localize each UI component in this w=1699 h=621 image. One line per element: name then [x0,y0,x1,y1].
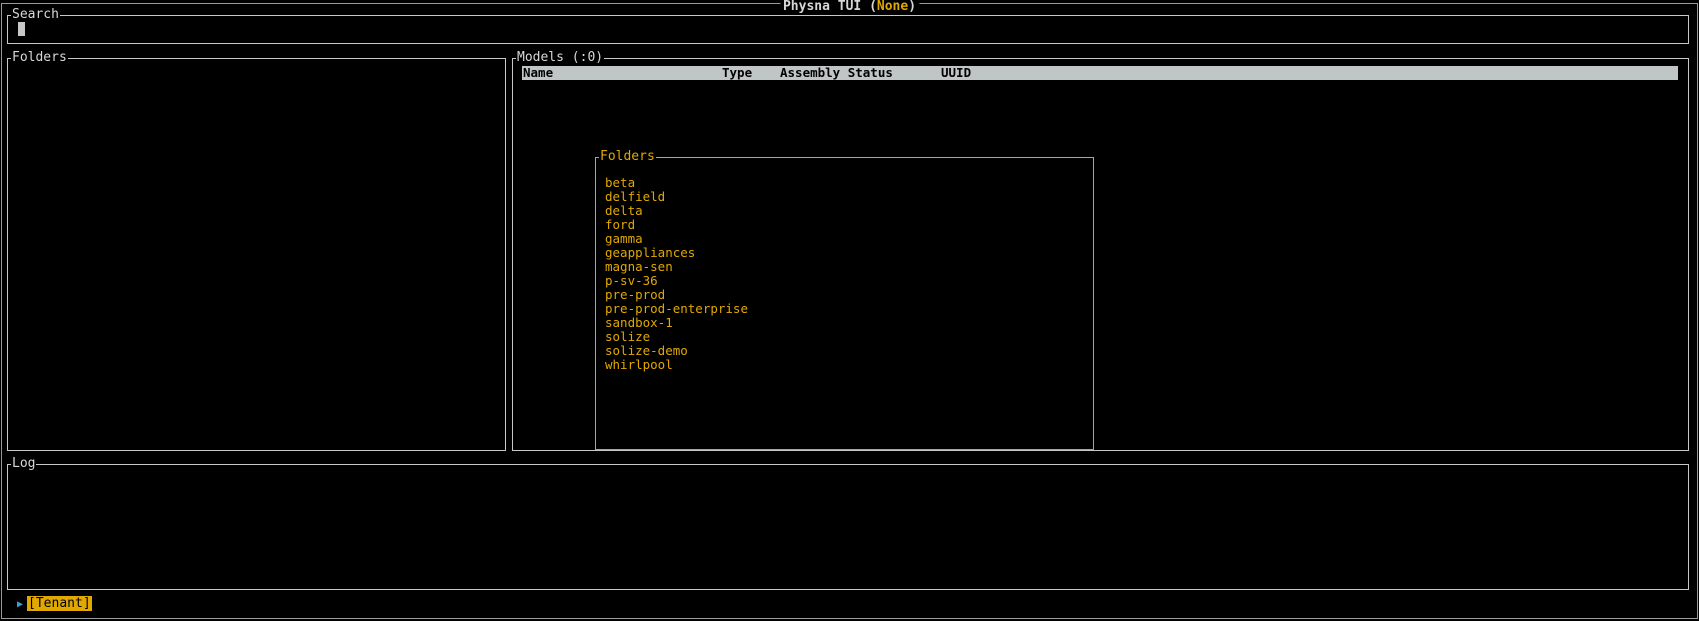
folder-item[interactable]: geappliances [605,246,748,260]
folders-popup[interactable]: Folders beta delfield delta ford gamma g… [595,149,1094,450]
column-header-uuid[interactable]: UUID [941,66,971,80]
folder-item[interactable]: whirlpool [605,358,748,372]
column-header-name[interactable]: Name [523,66,553,80]
expand-arrow-icon[interactable]: ▶ [17,599,23,610]
folder-item[interactable]: sandbox-1 [605,316,748,330]
env-open-paren: ( [869,0,877,14]
folder-item[interactable]: pre-prod-enterprise [605,302,748,316]
column-header-type[interactable]: Type [722,66,752,80]
folder-item[interactable]: solize-demo [605,344,748,358]
folder-item[interactable]: pre-prod [605,288,748,302]
text-cursor [18,22,25,36]
folder-item[interactable]: delfield [605,190,748,204]
column-header-assembly-status[interactable]: Assembly Status [780,66,893,80]
search-label: Search [11,7,60,23]
folder-item[interactable]: solize [605,330,748,344]
folder-item[interactable]: ford [605,218,748,232]
env-close-paren: ) [908,0,917,14]
tenant-button[interactable]: [Tenant] [27,596,92,611]
status-bar: ▶ [Tenant] [17,596,92,612]
folder-item[interactable]: beta [605,176,748,190]
log-panel-label: Log [11,456,37,472]
environment-name: None [876,0,909,14]
folders-popup-label: Folders [599,149,656,165]
folder-item[interactable]: magna-sen [605,260,748,274]
log-panel[interactable]: Log [7,456,1689,590]
search-panel[interactable]: Search [7,7,1689,44]
app-title: Physna TUI (None) [779,0,920,15]
folder-item[interactable]: p-sv-36 [605,274,748,288]
models-panel-label: Models (:0) [516,50,605,66]
app-title-text: Physna TUI [782,0,862,14]
folders-panel[interactable]: Folders [7,50,506,451]
folder-item[interactable]: gamma [605,232,748,246]
folders-popup-list: beta delfield delta ford gamma geapplian… [605,176,748,372]
models-table-header: Name Type Assembly Status UUID [522,66,1678,80]
folders-panel-label: Folders [11,50,68,66]
folder-item[interactable]: delta [605,204,748,218]
